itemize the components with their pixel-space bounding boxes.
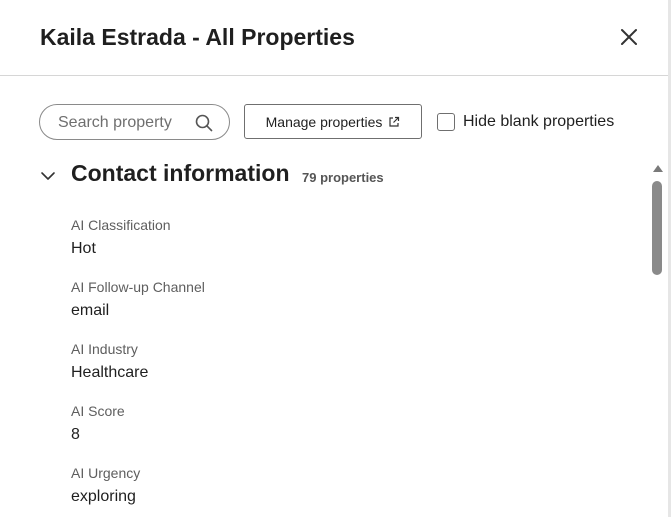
property-value: email: [71, 302, 110, 319]
property-value: exploring: [71, 488, 136, 505]
property-label: AI Urgency: [71, 465, 141, 481]
properties-panel: Kaila Estrada - All Properties Manage pr…: [0, 0, 671, 517]
property-value: Healthcare: [71, 364, 149, 381]
manage-properties-button[interactable]: Manage properties: [244, 104, 422, 139]
property-item[interactable]: AI Score 8: [71, 403, 571, 444]
panel-header: Kaila Estrada - All Properties: [0, 0, 668, 76]
property-item[interactable]: AI Urgency exploring: [71, 465, 571, 506]
property-label: AI Score: [71, 403, 125, 419]
search-icon[interactable]: [195, 114, 213, 132]
property-item[interactable]: AI Classification Hot: [71, 217, 571, 258]
properties-list: Contact information 79 properties AI Cla…: [0, 150, 648, 517]
search-box: [39, 104, 230, 140]
section-count: 79 properties: [302, 170, 384, 185]
hide-blank-label: Hide blank properties: [463, 113, 615, 130]
search-input[interactable]: [58, 111, 188, 135]
property-value: 8: [71, 426, 80, 443]
property-item[interactable]: AI Follow-up Channel email: [71, 279, 571, 320]
property-item[interactable]: AI Industry Healthcare: [71, 341, 571, 382]
close-button[interactable]: [617, 25, 641, 49]
property-label: AI Industry: [71, 341, 138, 357]
chevron-down-icon[interactable]: [40, 168, 56, 184]
property-label: AI Classification: [71, 217, 171, 233]
page-title: Kaila Estrada - All Properties: [40, 24, 355, 50]
toolbar: Manage properties Hide blank properties: [0, 104, 668, 140]
scroll-up-arrow-icon[interactable]: [653, 165, 663, 172]
scroll-thumb[interactable]: [652, 181, 662, 275]
manage-properties-label: Manage properties: [265, 113, 383, 130]
hide-blank-checkbox[interactable]: [437, 113, 455, 131]
property-label: AI Follow-up Channel: [71, 279, 205, 295]
scrollbar[interactable]: [648, 160, 666, 517]
section-header-contact-information[interactable]: Contact information 79 properties: [0, 158, 640, 190]
external-link-icon: [389, 116, 400, 127]
section-title: Contact information: [71, 160, 290, 186]
close-icon: [621, 29, 637, 45]
hide-blank-toggle[interactable]: Hide blank properties: [437, 112, 614, 132]
property-value: Hot: [71, 240, 96, 257]
